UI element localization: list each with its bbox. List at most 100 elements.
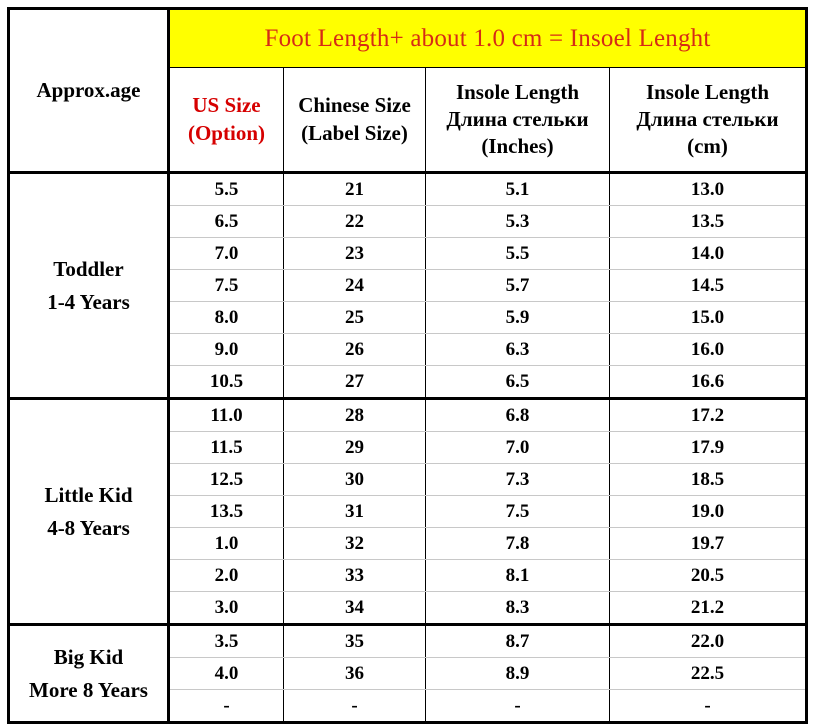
insole-cm-cell: -: [609, 689, 808, 724]
chinese-size-cell: 28: [283, 398, 426, 432]
chinese-size-header: Chinese Size (Label Size): [283, 67, 426, 174]
banner-row: Approx.age Foot Length+ about 1.0 cm = In…: [7, 7, 808, 174]
approx-age-header: Approx.age: [7, 7, 170, 174]
chinese-size-cell: 21: [283, 172, 426, 206]
insole-inches-cell: 5.5: [425, 237, 610, 270]
us-size-cell: 6.5: [168, 205, 284, 238]
insole-cm-cell: 14.5: [609, 269, 808, 302]
us-size-cell: 11.0: [168, 398, 284, 432]
insole-cm-header: Insole Length Длина стельки (cm): [609, 67, 808, 174]
chinese-size-cell: -: [283, 689, 426, 724]
insole-cm-cell: 16.6: [609, 365, 808, 400]
chinese-size-cell: 35: [283, 624, 426, 658]
insole-cm-cell: 13.5: [609, 205, 808, 238]
us-size-cell: 9.0: [168, 333, 284, 366]
insole-inches-cell: 6.5: [425, 365, 610, 400]
insole-inches-cell: 5.1: [425, 172, 610, 206]
chinese-size-header-line1: Chinese Size: [298, 93, 411, 118]
insole-inches-header: Insole Length Длина стельки (Inches): [425, 67, 610, 174]
insole-cm-cell: 20.5: [609, 559, 808, 592]
insole-cm-cell: 22.0: [609, 624, 808, 658]
size-chart-table: Approx.age Foot Length+ about 1.0 cm = In…: [7, 7, 808, 724]
us-size-cell: 7.5: [168, 269, 284, 302]
age-group-label-line1: Little Kid: [44, 482, 133, 507]
us-size-header: US Size (Option): [168, 67, 284, 174]
chinese-size-cell: 33: [283, 559, 426, 592]
age-group-label-line2: 4-8 Years: [47, 515, 130, 540]
insole-cm-header-line2: Длина стельки: [636, 106, 779, 131]
us-size-cell: -: [168, 689, 284, 724]
insole-cm-cell: 13.0: [609, 172, 808, 206]
insole-cm-cell: 22.5: [609, 657, 808, 690]
us-size-cell: 8.0: [168, 301, 284, 334]
insole-inches-cell: 6.8: [425, 398, 610, 432]
insole-inches-cell: 8.7: [425, 624, 610, 658]
insole-inches-cell: 8.1: [425, 559, 610, 592]
shoe-size-chart: Approx.age Foot Length+ about 1.0 cm = In…: [7, 7, 808, 724]
us-size-cell: 12.5: [168, 463, 284, 496]
us-size-header-line2: (Option): [187, 120, 265, 145]
table-row: Little Kid 4-8 Years 11.0 28 6.8 17.2: [7, 398, 808, 626]
insole-cm-cell: 15.0: [609, 301, 808, 334]
chinese-size-cell: 26: [283, 333, 426, 366]
us-size-cell: 5.5: [168, 172, 284, 206]
age-group-label-line1: Toddler: [53, 256, 124, 281]
chinese-size-cell: 27: [283, 365, 426, 400]
insole-cm-cell: 17.9: [609, 431, 808, 464]
insole-inches-cell: 7.8: [425, 527, 610, 560]
insole-inches-cell: 7.0: [425, 431, 610, 464]
insole-inches-cell: 5.7: [425, 269, 610, 302]
us-size-cell: 4.0: [168, 657, 284, 690]
table-row: Big Kid More 8 Years 3.5 35 8.7 22.0: [7, 624, 808, 724]
us-size-cell: 3.0: [168, 591, 284, 626]
insole-cm-cell: 21.2: [609, 591, 808, 626]
insole-cm-cell: 14.0: [609, 237, 808, 270]
us-size-cell: 10.5: [168, 365, 284, 400]
insole-inches-cell: 8.9: [425, 657, 610, 690]
insole-cm-cell: 17.2: [609, 398, 808, 432]
age-group-label: Big Kid More 8 Years: [7, 624, 170, 724]
insole-cm-cell: 19.7: [609, 527, 808, 560]
age-group-label-line1: Big Kid: [53, 644, 124, 669]
insole-inches-header-line1: Insole Length: [455, 79, 580, 104]
age-group-label-line2: 1-4 Years: [47, 289, 130, 314]
insole-inches-cell: 5.3: [425, 205, 610, 238]
insole-inches-cell: 6.3: [425, 333, 610, 366]
us-size-cell: 1.0: [168, 527, 284, 560]
insole-inches-cell: -: [425, 689, 610, 724]
banner-text: Foot Length+ about 1.0 cm = Insoel Lengh…: [264, 24, 711, 52]
chinese-size-cell: 29: [283, 431, 426, 464]
age-group-label: Little Kid 4-8 Years: [7, 398, 170, 626]
chinese-size-cell: 25: [283, 301, 426, 334]
age-group-label: Toddler 1-4 Years: [7, 172, 170, 400]
chinese-size-cell: 34: [283, 591, 426, 626]
insole-inches-cell: 5.9: [425, 301, 610, 334]
us-size-cell: 11.5: [168, 431, 284, 464]
insole-inches-cell: 8.3: [425, 591, 610, 626]
chinese-size-cell: 23: [283, 237, 426, 270]
insole-inches-header-line2: Длина стельки: [446, 106, 589, 131]
us-size-cell: 2.0: [168, 559, 284, 592]
banner-cell: Foot Length+ about 1.0 cm = Insoel Lengh…: [168, 7, 808, 68]
insole-inches-header-line3: (Inches): [481, 134, 554, 159]
age-group-label-line2: More 8 Years: [29, 677, 148, 702]
insole-cm-header-line1: Insole Length: [645, 79, 770, 104]
us-size-cell: 7.0: [168, 237, 284, 270]
us-size-header-line1: US Size: [192, 93, 261, 118]
insole-cm-cell: 19.0: [609, 495, 808, 528]
table-row: Toddler 1-4 Years 5.5 21 5.1 13.0: [7, 172, 808, 400]
chinese-size-cell: 30: [283, 463, 426, 496]
chinese-size-cell: 32: [283, 527, 426, 560]
insole-cm-header-line3: (cm): [687, 134, 728, 159]
insole-inches-cell: 7.5: [425, 495, 610, 528]
chinese-size-cell: 22: [283, 205, 426, 238]
insole-cm-cell: 18.5: [609, 463, 808, 496]
us-size-cell: 13.5: [168, 495, 284, 528]
insole-cm-cell: 16.0: [609, 333, 808, 366]
insole-inches-cell: 7.3: [425, 463, 610, 496]
chinese-size-cell: 36: [283, 657, 426, 690]
chinese-size-cell: 31: [283, 495, 426, 528]
us-size-cell: 3.5: [168, 624, 284, 658]
chinese-size-header-line2: (Label Size): [301, 120, 408, 145]
chinese-size-cell: 24: [283, 269, 426, 302]
